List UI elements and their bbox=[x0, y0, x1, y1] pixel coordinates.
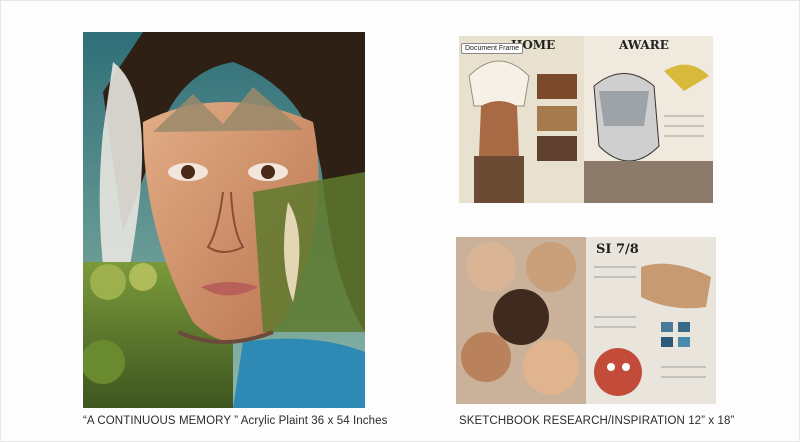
svg-text:SI 7/8: SI 7/8 bbox=[596, 242, 639, 257]
sketchbook-caption: SKETCHBOOK RESEARCH/INSPIRATION 12” x 18… bbox=[459, 415, 735, 427]
svg-text:AWARE: AWARE bbox=[618, 38, 669, 52]
main-painting-image bbox=[83, 32, 365, 408]
document-frame-label: Document Frame bbox=[461, 43, 524, 54]
sketchbook-page-bottom: SI 7/8 bbox=[456, 237, 716, 404]
sketchbook-page-top: HOME AWARE bbox=[459, 36, 713, 203]
sketchbook-top-image: HOME AWARE bbox=[459, 36, 713, 203]
sketchbook-bottom-image: SI 7/8 bbox=[456, 237, 716, 404]
main-painting bbox=[83, 32, 365, 408]
main-painting-caption: “A CONTINUOUS MEMORY ” Acrylic Plaint 36… bbox=[83, 415, 388, 427]
